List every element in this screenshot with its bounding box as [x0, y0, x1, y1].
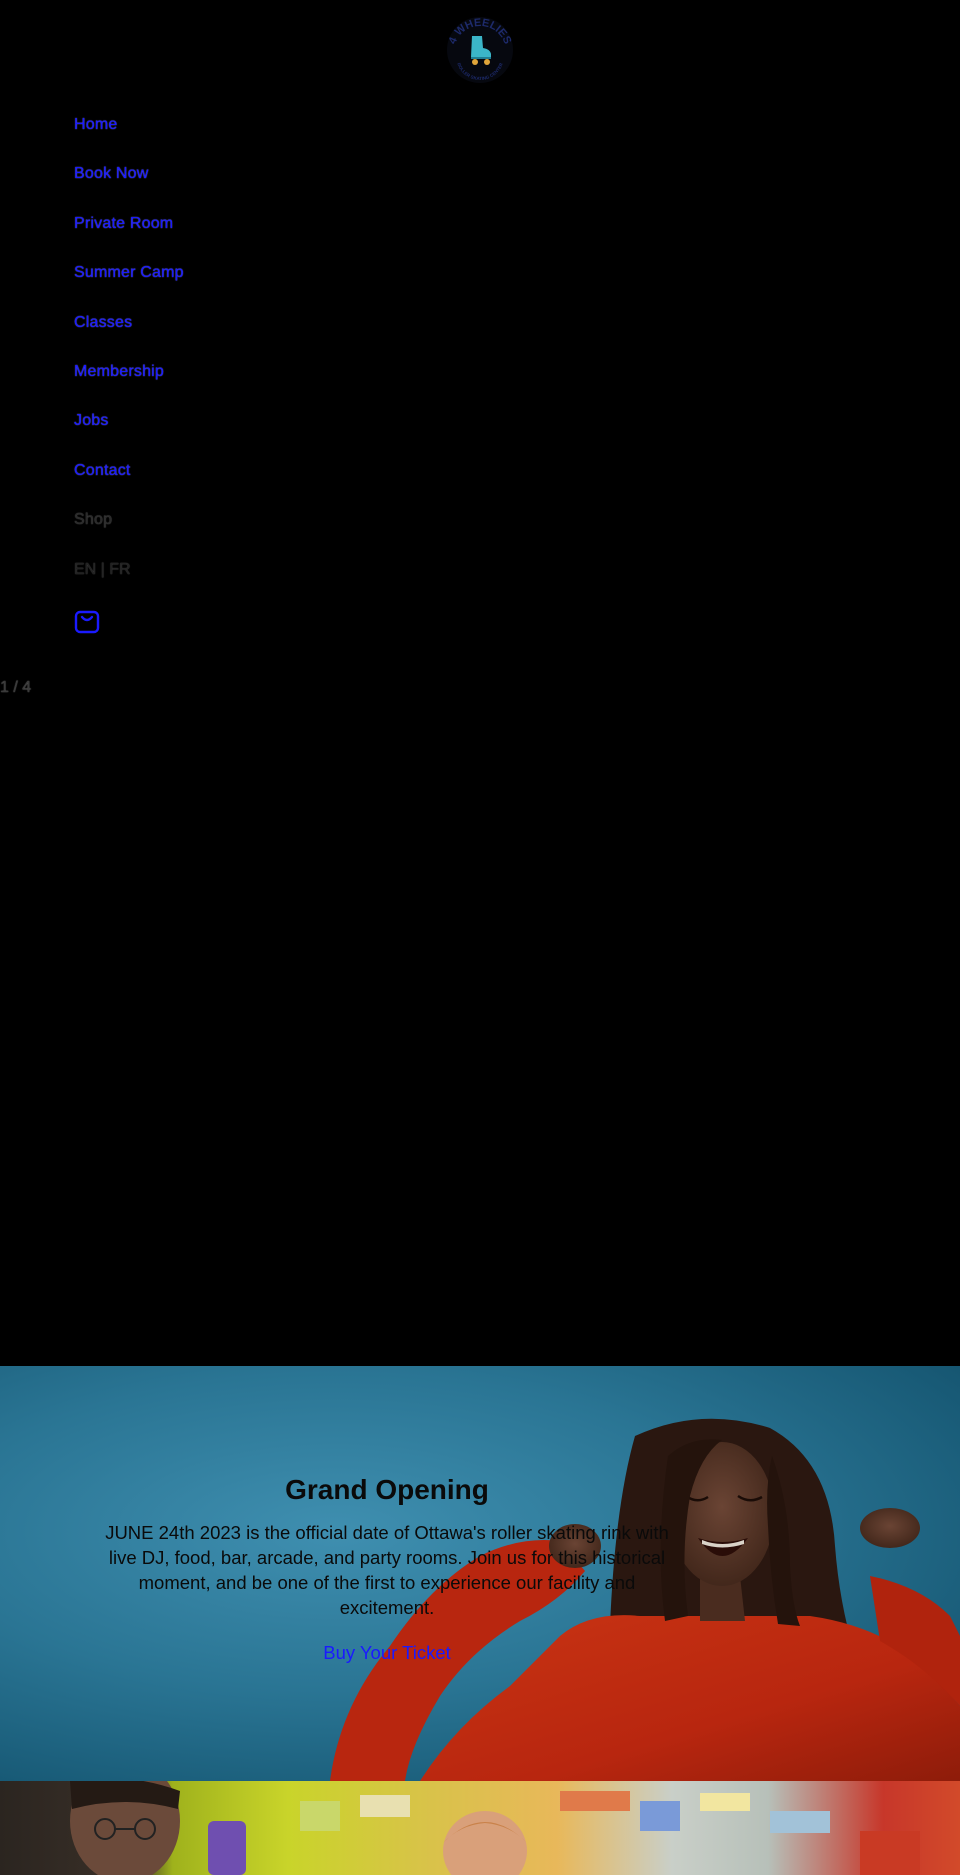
language-switcher[interactable]: EN | FR	[74, 561, 131, 578]
nav-item-private-room: Private Room	[74, 211, 184, 260]
grand-opening-content: Grand Opening JUNE 24th 2023 is the offi…	[100, 1474, 674, 1664]
nav-item-summer-camp: Summer Camp	[74, 260, 184, 309]
nav-item-classes: Classes	[74, 310, 184, 359]
nav-link-shop[interactable]: Shop	[74, 511, 112, 528]
nav-item-home: Home	[74, 112, 184, 161]
photo-strip-skating-rink	[0, 1781, 960, 1875]
grand-opening-section: Grand Opening JUNE 24th 2023 is the offi…	[0, 1366, 960, 1781]
nav-item-shop: Shop	[74, 507, 184, 556]
grand-opening-title: Grand Opening	[285, 1474, 489, 1505]
buy-ticket-button[interactable]: Buy Your Ticket	[323, 1642, 451, 1664]
nav-item-contact: Contact	[74, 458, 184, 507]
grand-opening-text: JUNE 24th 2023 is the official date of O…	[105, 1522, 669, 1618]
nav-link-jobs[interactable]: Jobs	[74, 412, 109, 429]
nav-item-jobs: Jobs	[74, 408, 184, 457]
nav-link-summer-camp[interactable]: Summer Camp	[74, 264, 184, 281]
nav-link-classes[interactable]: Classes	[74, 314, 132, 331]
nav-link-book-now[interactable]: Book Now	[74, 165, 149, 182]
slide-counter: 1 / 4	[0, 679, 32, 696]
nav-link-home[interactable]: Home	[74, 116, 117, 133]
page: 4 WHEELIES ROLLER SKATING CENTER Home Bo…	[0, 0, 960, 1875]
logo[interactable]: 4 WHEELIES ROLLER SKATING CENTER	[444, 14, 516, 86]
photo-strip-illustration	[70, 1781, 920, 1875]
nav-item-book-now: Book Now	[74, 161, 184, 210]
nav-link-private-room[interactable]: Private Room	[74, 215, 173, 232]
nav-item-language: EN | FR	[74, 557, 184, 606]
main-nav: Home Book Now Private Room Summer Camp C…	[74, 112, 184, 606]
nav-link-contact[interactable]: Contact	[74, 462, 131, 479]
nav-item-membership: Membership	[74, 359, 184, 408]
nav-link-membership[interactable]: Membership	[74, 363, 164, 380]
cart-icon[interactable]	[74, 608, 100, 634]
